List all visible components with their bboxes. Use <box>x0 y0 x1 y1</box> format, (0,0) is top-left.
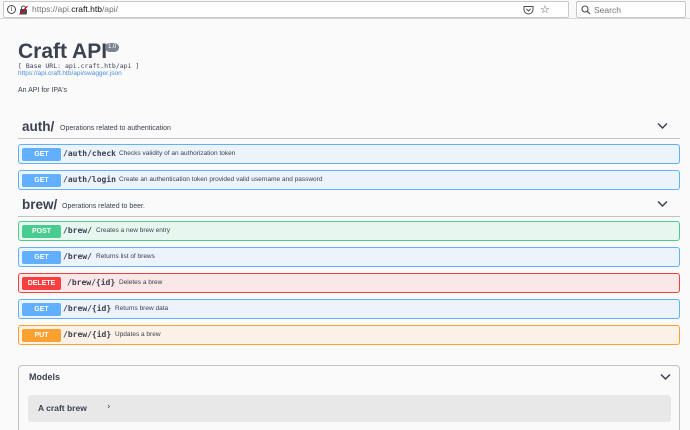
operation-summary: Creates a new brew entry <box>96 227 171 234</box>
tag-brew[interactable]: brew/ Operations related to beer. <box>18 197 680 217</box>
method-badge: POST <box>22 225 61 238</box>
operation-path: /brew/ <box>63 226 92 235</box>
search-placeholder: Search <box>594 5 621 15</box>
version-badge: 1.0 <box>105 43 120 52</box>
tag-description: Operations related to beer. <box>62 203 145 210</box>
insecure-lock-icon[interactable] <box>19 5 28 15</box>
operation-summary: Updates a brew <box>115 331 161 338</box>
operation-path: /brew/{id} <box>63 304 112 313</box>
chevron-down-icon[interactable] <box>660 373 671 381</box>
model-name: A craft brew <box>38 403 87 413</box>
operation-summary: Returns brew data <box>115 305 169 312</box>
url-text[interactable]: https://api.craft.htb/api/ <box>32 4 118 14</box>
method-badge: GET <box>22 148 61 161</box>
operation-get-auth-login[interactable]: GET /auth/login Create an authentication… <box>18 170 680 190</box>
bookmark-star-icon[interactable]: ☆ <box>540 3 550 17</box>
api-description: An API for IPA's <box>18 87 68 94</box>
method-badge: GET <box>22 174 61 187</box>
swagger-json-link[interactable]: https://api.craft.htb/api/swagger.json <box>18 70 122 77</box>
operation-summary: Deletes a brew <box>119 279 163 286</box>
operation-path: /auth/check <box>63 149 116 158</box>
tag-auth[interactable]: auth/ Operations related to authenticati… <box>18 119 680 139</box>
expand-arrow-icon[interactable]: › <box>107 402 111 412</box>
base-url: [ Base URL: api.craft.htb/api ] <box>18 62 140 70</box>
operation-path: /brew/ <box>63 252 92 261</box>
api-title: Craft API <box>18 40 108 63</box>
operation-get-brew-by-id[interactable]: GET /brew/{id} Returns brew data <box>18 299 680 319</box>
method-badge: GET <box>22 251 61 264</box>
operation-summary: Returns list of brews <box>96 253 155 260</box>
operation-get-brew-list[interactable]: GET /brew/ Returns list of brews <box>18 247 680 267</box>
search-box[interactable]: Search <box>576 1 686 18</box>
pocket-icon[interactable] <box>523 5 534 15</box>
operation-path: /brew/{id} <box>67 278 116 287</box>
operation-path: /brew/{id} <box>63 330 112 339</box>
method-badge: DELETE <box>22 277 61 290</box>
address-bar[interactable]: i https://api.craft.htb/api/ ☆ <box>3 1 569 18</box>
chevron-down-icon[interactable] <box>657 200 668 208</box>
operation-summary: Create an authentication token provided … <box>119 176 323 183</box>
models-section: Models A craft brew › <box>18 365 680 430</box>
method-badge: PUT <box>22 329 61 342</box>
operation-delete-brew[interactable]: DELETE /brew/{id} Deletes a brew <box>18 273 680 293</box>
tag-name: brew/ <box>22 197 58 212</box>
operation-put-brew[interactable]: PUT /brew/{id} Updates a brew <box>18 325 680 345</box>
model-item[interactable]: A craft brew › <box>28 395 671 422</box>
operation-summary: Checks validity of an authorization toke… <box>119 150 236 157</box>
operation-path: /auth/login <box>63 175 116 184</box>
browser-toolbar: i https://api.craft.htb/api/ ☆ Search <box>0 0 690 19</box>
tag-name: auth/ <box>22 119 55 134</box>
info-icon[interactable]: i <box>7 5 16 14</box>
method-badge: GET <box>22 303 61 316</box>
url-suffix: /api/ <box>101 4 119 14</box>
operation-get-auth-check[interactable]: GET /auth/check Checks validity of an au… <box>18 144 680 164</box>
operation-post-brew[interactable]: POST /brew/ Creates a new brew entry <box>18 221 680 241</box>
models-title[interactable]: Models <box>29 372 60 382</box>
chevron-down-icon[interactable] <box>657 122 668 130</box>
tag-description: Operations related to authentication <box>60 125 171 132</box>
search-icon <box>581 5 591 15</box>
url-domain: craft.htb <box>71 4 102 14</box>
url-prefix: https://api. <box>32 4 72 14</box>
